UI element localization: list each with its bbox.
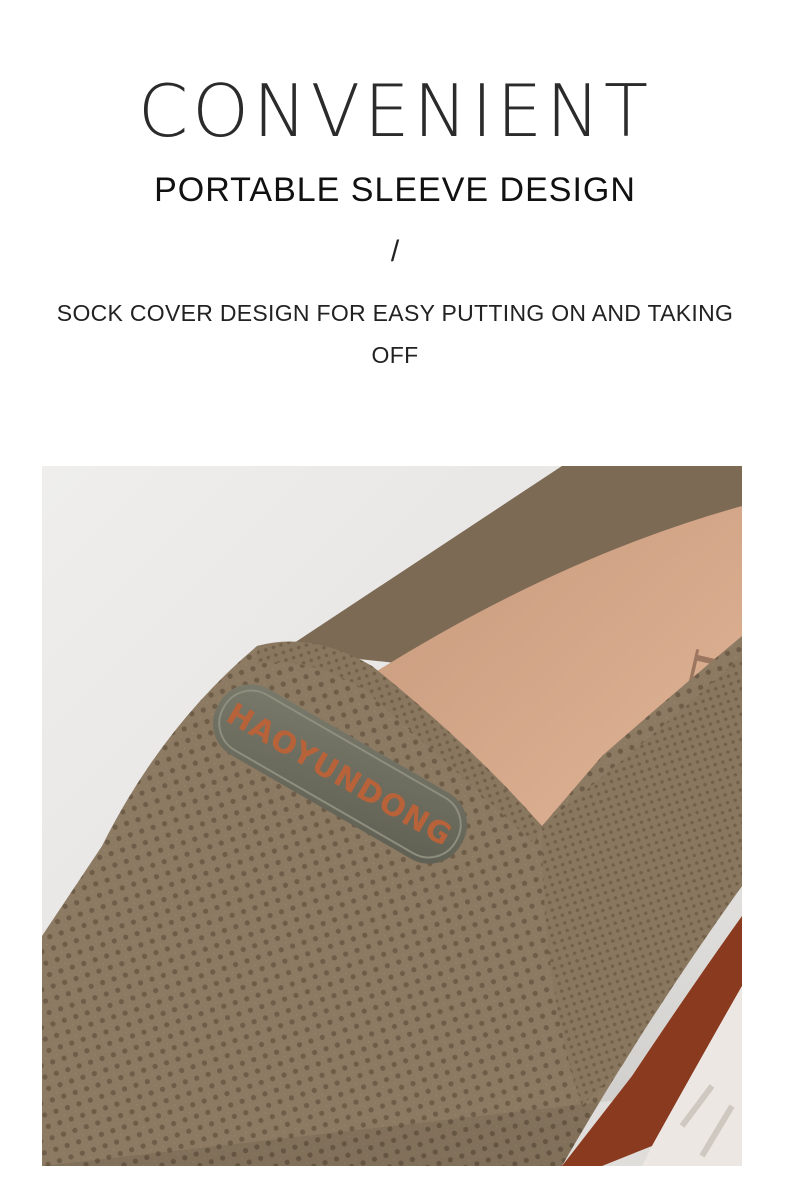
description: SOCK COVER DESIGN FOR EASY PUTTING ON AN…	[56, 300, 734, 368]
product-photo: LEISURE HAOYUNDONG	[42, 466, 742, 1166]
divider-slash: /	[390, 235, 400, 268]
subheadline: PORTABLE SLEEVE DESIGN	[154, 171, 636, 209]
headline: CONVENIENT	[138, 69, 652, 153]
